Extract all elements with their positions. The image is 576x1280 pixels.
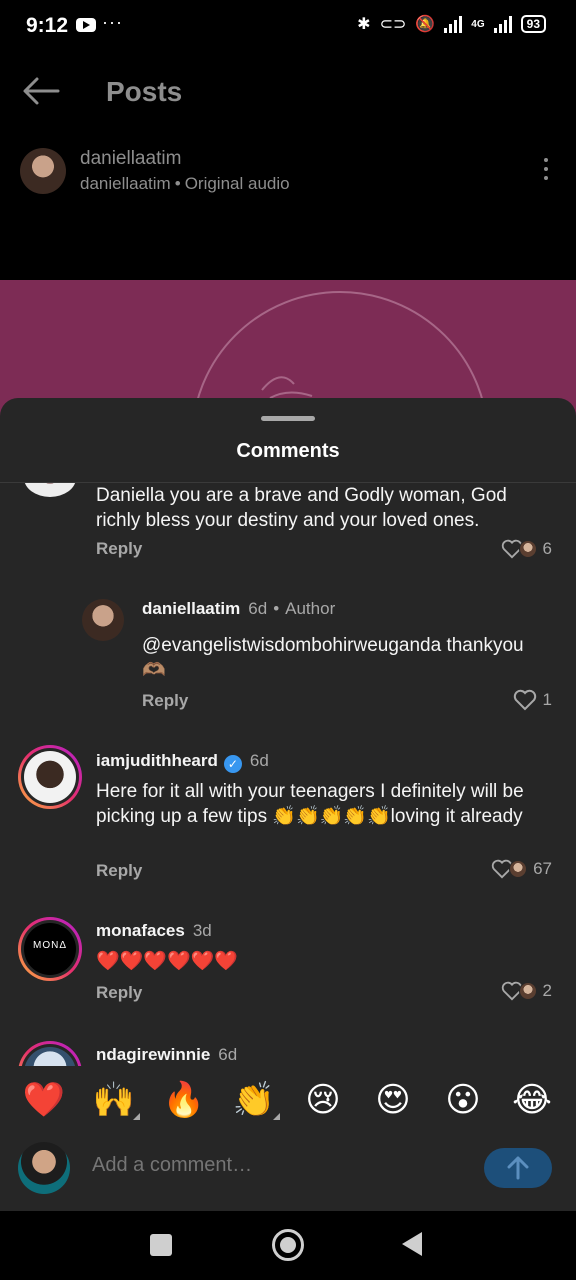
back-triangle-icon[interactable]: [402, 1232, 422, 1256]
like-count: 6: [542, 539, 552, 558]
reaction-surprised[interactable]: 😮: [441, 1078, 485, 1122]
drag-handle[interactable]: [261, 416, 315, 421]
signal-icon: [444, 15, 463, 33]
sheet-title: Comments: [236, 440, 340, 462]
youtube-icon: [76, 18, 96, 32]
comment: MONΔ monafaces 3d ❤️❤️❤️❤️❤️❤️ Reply 2: [0, 917, 576, 1017]
comment-age: 3d: [192, 921, 212, 940]
like-button[interactable]: 6: [501, 539, 552, 559]
reaction-heart[interactable]: ❤️: [22, 1078, 66, 1122]
comment-age: 6d: [248, 599, 268, 618]
comment-text: ❤️❤️❤️❤️❤️❤️: [96, 951, 238, 972]
reply-button[interactable]: Reply: [96, 983, 142, 1003]
comments-sheet: Comments Daniella you are a brave and Go…: [0, 398, 576, 1211]
comment-reply: daniellaatim 6d • Author @evangelistwisdomb…: [0, 593, 576, 723]
quick-reactions: ❤️ 🙌 🔥 👏 😢 😍 😮 😂: [0, 1066, 576, 1136]
reaction-clap-glyph: 👏: [232, 1081, 276, 1119]
home-icon[interactable]: [272, 1229, 304, 1261]
avatar[interactable]: [20, 148, 66, 194]
header: Posts: [0, 56, 576, 126]
avatar[interactable]: MONΔ: [18, 917, 82, 981]
system-nav-bar: [0, 1211, 576, 1280]
separator-dot: •: [174, 174, 181, 193]
comment-username: monafaces 3d: [96, 921, 212, 941]
comment: ndagirewinnie 6d: [0, 1041, 576, 1066]
bluetooth-icon: ✱: [357, 16, 371, 33]
username[interactable]: monafaces: [96, 921, 185, 940]
status-bar: 9:12 ··· ✱ ⊂⊃ 🔕 4G 93: [0, 0, 576, 56]
reaction-heart-eyes[interactable]: 😍: [371, 1078, 415, 1122]
arrow-up-icon: [507, 1156, 529, 1180]
heart-icon: [513, 689, 536, 711]
reply-button[interactable]: Reply: [142, 691, 188, 711]
signal-icon-2: [493, 15, 512, 33]
separator-dot: •: [273, 599, 280, 618]
more-notifications-icon: ···: [102, 12, 123, 32]
reaction-laughing[interactable]: 😂: [510, 1078, 554, 1122]
network-type: 4G: [471, 18, 485, 30]
reaction-fire[interactable]: 🔥: [162, 1078, 206, 1122]
page-title: Posts: [106, 76, 183, 107]
comment-text: Daniella you are a brave and Godly woman…: [96, 485, 507, 531]
like-button[interactable]: 67: [491, 859, 552, 879]
status-icons: ✱ ⊂⊃ 🔕 4G 93: [357, 14, 546, 34]
audio-label: Original audio: [184, 174, 290, 193]
comment-composer: [0, 1136, 576, 1211]
liker-avatar: [518, 540, 537, 558]
comment: iamjudithheard ✓ 6d Here for it all with y…: [0, 745, 576, 885]
reply-button[interactable]: Reply: [96, 539, 142, 559]
avatar-logo: MONΔ: [24, 923, 76, 975]
post-author-row: daniellaatim daniellaatim • Original audio: [0, 140, 576, 210]
post-comment-button[interactable]: [484, 1148, 552, 1188]
like-count: 67: [533, 859, 552, 878]
reply-button[interactable]: Reply: [96, 861, 142, 881]
status-time: 9:12: [26, 14, 69, 37]
like-count: 1: [542, 690, 552, 709]
reaction-raised-hands[interactable]: 🙌: [92, 1078, 140, 1122]
avatar: [18, 1142, 70, 1194]
recents-icon[interactable]: [150, 1234, 172, 1256]
avatar[interactable]: [18, 745, 82, 809]
post-audio-user: daniellaatim: [80, 174, 171, 193]
username[interactable]: daniellaatim: [142, 599, 240, 618]
comment-username: ndagirewinnie 6d: [96, 1045, 237, 1065]
like-count: 2: [542, 981, 552, 1000]
comment-username: iamjudithheard ✓ 6d: [96, 751, 269, 773]
liker-avatar: [509, 860, 528, 878]
username[interactable]: iamjudithheard: [96, 751, 218, 770]
avatar[interactable]: [18, 1041, 82, 1066]
comment: Daniella you are a brave and Godly woman…: [0, 483, 576, 563]
reaction-raised-hands-glyph: 🙌: [92, 1081, 136, 1119]
more-options-icon[interactable]: [544, 158, 548, 185]
reaction-clap[interactable]: 👏: [232, 1078, 280, 1122]
comments-list[interactable]: Daniella you are a brave and Godly woman…: [0, 483, 576, 1066]
comment-input[interactable]: [90, 1144, 474, 1186]
comment-text: Here for it all with your teenagers I de…: [96, 781, 524, 827]
link-icon: ⊂⊃: [379, 16, 407, 33]
avatar[interactable]: [24, 483, 76, 497]
like-button[interactable]: 1: [513, 689, 552, 711]
like-button[interactable]: 2: [501, 981, 552, 1001]
battery-icon: 93: [520, 15, 546, 33]
post-username[interactable]: daniellaatim: [80, 148, 181, 170]
liker-avatar: [518, 982, 537, 1000]
comment-username: daniellaatim 6d • Author: [142, 599, 335, 619]
reaction-crying[interactable]: 😢: [301, 1078, 345, 1122]
comment-text: @evangelistwisdombohirweuganda thankyou …: [142, 635, 524, 681]
verified-badge-icon: ✓: [223, 755, 242, 773]
mute-icon: 🔕: [415, 16, 436, 33]
username[interactable]: ndagirewinnie: [96, 1045, 210, 1064]
author-badge: Author: [285, 599, 336, 618]
post-audio-line[interactable]: daniellaatim • Original audio: [80, 174, 290, 194]
back-arrow-icon[interactable]: [22, 76, 60, 111]
comment-age: 6d: [218, 1045, 238, 1064]
comment-age: 6d: [249, 751, 269, 770]
avatar[interactable]: [82, 599, 124, 641]
